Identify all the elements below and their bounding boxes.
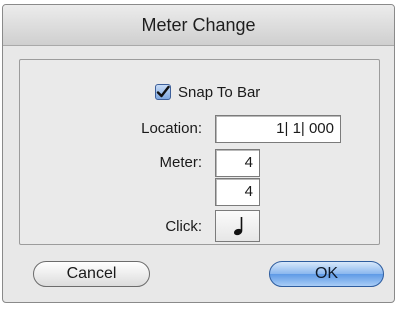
click-label: Click: bbox=[165, 218, 202, 235]
location-field[interactable]: 1| 1| 000 bbox=[215, 115, 341, 143]
meter-denominator-field[interactable]: 4 bbox=[215, 178, 260, 206]
location-label: Location: bbox=[141, 120, 202, 137]
meter-numerator-field[interactable]: 4 bbox=[215, 149, 260, 177]
meter-label: Meter: bbox=[159, 154, 202, 171]
checkmark-icon bbox=[156, 85, 170, 98]
snap-to-bar-label: Snap To Bar bbox=[178, 83, 261, 101]
snap-to-bar-checkbox[interactable] bbox=[155, 84, 171, 100]
click-value-button[interactable] bbox=[215, 210, 260, 242]
cancel-button[interactable]: Cancel bbox=[33, 261, 150, 287]
snap-to-bar-row[interactable]: Snap To Bar bbox=[155, 82, 260, 102]
settings-panel: Snap To Bar Location: 1| 1| 000 Meter: 4… bbox=[19, 59, 380, 245]
ok-button[interactable]: OK bbox=[269, 261, 384, 287]
meter-change-dialog: Meter Change Snap To Bar Location: 1| 1|… bbox=[2, 4, 395, 303]
quarter-note-icon bbox=[233, 217, 242, 236]
dialog-title: Meter Change bbox=[3, 5, 394, 46]
